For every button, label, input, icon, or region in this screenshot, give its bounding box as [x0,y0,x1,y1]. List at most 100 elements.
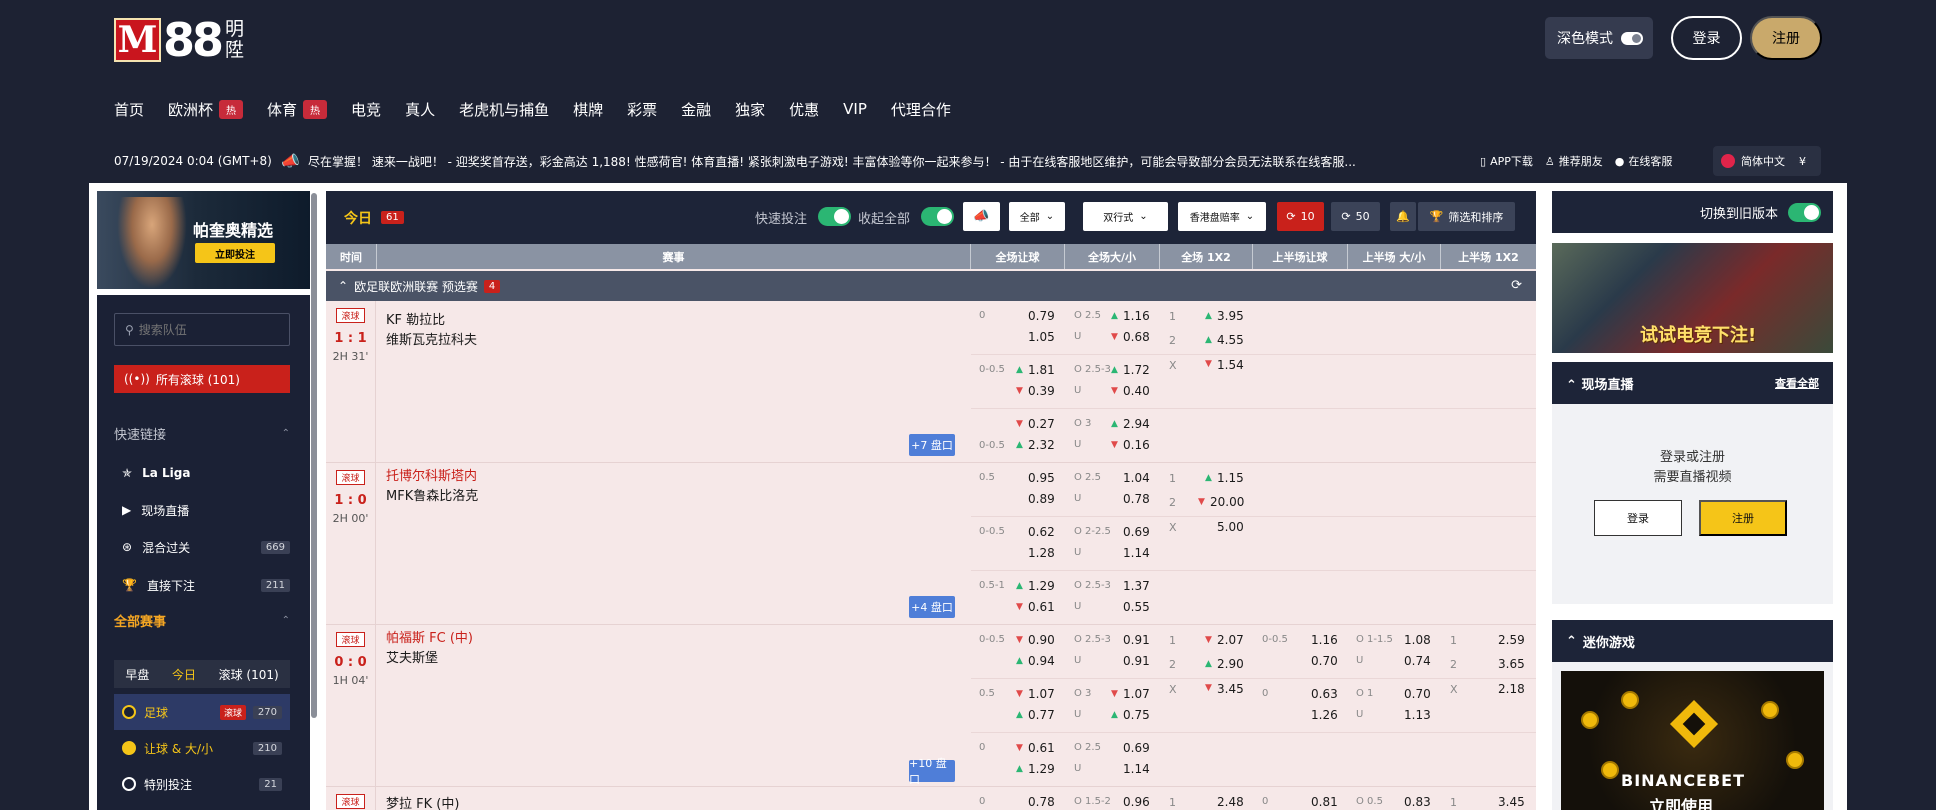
language-selector[interactable]: 简体中文 ¥ [1713,146,1821,176]
bet-type-dropdown[interactable]: 双行式 ⌄ [1083,202,1168,231]
notification-button[interactable]: 🔔 [1390,202,1416,231]
nav-item-vip[interactable]: VIP [843,100,867,118]
live-stream-header[interactable]: ⌃ 现场直播 查看全部 [1552,362,1833,404]
nav-item-euro-cup[interactable]: 欧洲杯热 [168,99,244,120]
odds-value[interactable]: 0.16 [1123,438,1150,452]
tab-live[interactable]: 滚球 (101) [219,666,279,683]
odds-value[interactable]: 0.78 [1028,795,1055,809]
sport-special-bets[interactable]: 特别投注 21 [114,766,290,802]
switch-old-toggle[interactable] [1788,202,1821,222]
odds-value[interactable]: 4.55 [1217,333,1244,347]
odds-value[interactable]: 1.04 [1123,471,1150,485]
odds-value[interactable]: 1.16 [1311,633,1338,647]
refresh-icon[interactable]: ⟳ [1511,278,1522,293]
sport-handicap-ou[interactable]: 让球 & 大/小 210 [114,730,290,766]
app-download-link[interactable]: ▯ APP下载 [1480,153,1533,169]
odds-value[interactable]: 1.14 [1123,546,1150,560]
more-markets-button[interactable]: +10 盘口 [909,757,955,786]
odds-value[interactable]: 0.61 [1028,600,1055,614]
odds-value[interactable]: 2.18 [1498,682,1525,696]
odds-value[interactable]: 3.95 [1217,309,1244,323]
odds-value[interactable]: 1.08 [1404,633,1431,647]
tab-today[interactable]: 今日 [172,666,196,683]
odds-value[interactable]: 1.14 [1123,762,1150,776]
nav-item-slots[interactable]: 老虎机与捕鱼 [459,99,549,120]
today-refresh-button[interactable]: ⟳ 50 [1331,202,1380,231]
login-button[interactable]: 登录 [1671,16,1742,60]
odds-value[interactable]: 0.77 [1028,708,1055,722]
all-live-button[interactable]: ((•)) 所有滚球 (101) [114,365,290,393]
odds-value[interactable]: 0.94 [1028,654,1055,668]
dark-mode-switch[interactable] [1621,31,1643,45]
quick-link-live-stream[interactable]: ▶ 现场直播 [114,494,290,526]
odds-value[interactable]: 20.00 [1210,495,1244,509]
nav-item-live-casino[interactable]: 真人 [405,99,435,120]
odds-value[interactable]: 0.55 [1123,600,1150,614]
filter-sort-button[interactable]: 🏆 筛选和排序 [1418,202,1515,231]
promo-bet-button[interactable]: 立即投注 [195,243,275,263]
odds-value[interactable]: 0.69 [1123,525,1150,539]
switch-old-version[interactable]: 切换到旧版本 [1552,191,1833,233]
odds-type-dropdown[interactable]: 香港盘赔率 ⌄ [1178,202,1266,231]
odds-value[interactable]: 0.69 [1123,741,1150,755]
sport-football[interactable]: 足球 滚球 270 [114,694,290,730]
odds-value[interactable]: 0.89 [1028,492,1055,506]
odds-value[interactable]: 2.32 [1028,438,1055,452]
odds-value[interactable]: 3.65 [1498,657,1525,671]
nav-item-promotions[interactable]: 优惠 [789,99,819,120]
nav-item-lottery[interactable]: 彩票 [627,99,657,120]
odds-value[interactable]: 2.90 [1217,657,1244,671]
live-refresh-button[interactable]: ⟳ 10 [1277,202,1324,231]
odds-value[interactable]: 0.75 [1123,708,1150,722]
match-teams[interactable]: 帕福斯 FC (中) 艾夫斯堡 [386,629,473,669]
live-login-button[interactable]: 登录 [1594,500,1682,536]
all-matches-header[interactable]: 全部赛事 ⌃ [114,611,290,630]
nav-item-sports[interactable]: 体育热 [267,99,328,120]
odds-value[interactable]: 1.72 [1123,363,1150,377]
team-search-input[interactable] [138,322,279,337]
odds-value[interactable]: 1.05 [1028,330,1055,344]
odds-value[interactable]: 2.94 [1123,417,1150,431]
odds-value[interactable]: 0.90 [1028,633,1055,647]
odds-value[interactable]: 3.45 [1217,682,1244,696]
odds-value[interactable]: 1.37 [1123,579,1150,593]
quick-link-parlay[interactable]: ⊛ 混合过关 669 [114,531,290,563]
odds-value[interactable]: 1.29 [1028,579,1055,593]
nav-item-esports[interactable]: 电竞 [351,99,381,120]
odds-value[interactable]: 0.70 [1404,687,1431,701]
odds-value[interactable]: 0.96 [1123,795,1150,809]
team-search[interactable]: ⚲ [114,313,290,346]
nav-item-affiliate[interactable]: 代理合作 [891,99,951,120]
mini-games-header[interactable]: ⌃ 迷你游戏 [1552,620,1833,662]
more-markets-button[interactable]: +4 盘口 [909,596,955,618]
dark-mode-toggle[interactable]: 深色模式 [1545,17,1653,59]
league-header[interactable]: ⌃ 欧足联欧洲联赛 预选赛 4 ⟳ [326,271,1536,301]
announce-button[interactable]: 📣 [963,202,1000,231]
odds-value[interactable]: 1.15 [1217,471,1244,485]
match-teams[interactable]: 托博尔科斯塔内 MFK鲁森比洛克 [386,467,478,507]
odds-value[interactable]: 0.62 [1028,525,1055,539]
odds-value[interactable]: 5.00 [1217,520,1244,534]
odds-value[interactable]: 1.07 [1028,687,1055,701]
odds-value[interactable]: 0.68 [1123,330,1150,344]
odds-value[interactable]: 0.83 [1404,795,1431,809]
collapse-all-switch[interactable] [921,207,954,226]
brand-logo[interactable]: M 88 明 陞 [114,13,244,67]
odds-value[interactable]: 1.13 [1404,708,1431,722]
odds-value[interactable]: 1.28 [1028,546,1055,560]
odds-value[interactable]: 0.95 [1028,471,1055,485]
binancebet-banner[interactable]: BINANCEBET 立即使用 [1561,671,1824,810]
nav-item-cards[interactable]: 棋牌 [573,99,603,120]
quick-link-laliga[interactable]: ✯ La Liga [114,457,290,489]
odds-value[interactable]: 0.78 [1123,492,1150,506]
filter-all-dropdown[interactable]: 全部 ⌄ [1009,202,1065,231]
quick-link-outright[interactable]: 🏆 直接下注 211 [114,569,290,601]
odds-value[interactable]: 0.81 [1311,795,1338,809]
odds-value[interactable]: 1.29 [1028,762,1055,776]
odds-value[interactable]: 1.26 [1311,708,1338,722]
odds-value[interactable]: 1.54 [1217,358,1244,372]
online-service-link[interactable]: ● 在线客服 [1615,153,1673,169]
live-register-button[interactable]: 注册 [1699,500,1787,536]
more-markets-button[interactable]: +7 盘口 [909,434,955,456]
odds-value[interactable]: 2.59 [1498,633,1525,647]
